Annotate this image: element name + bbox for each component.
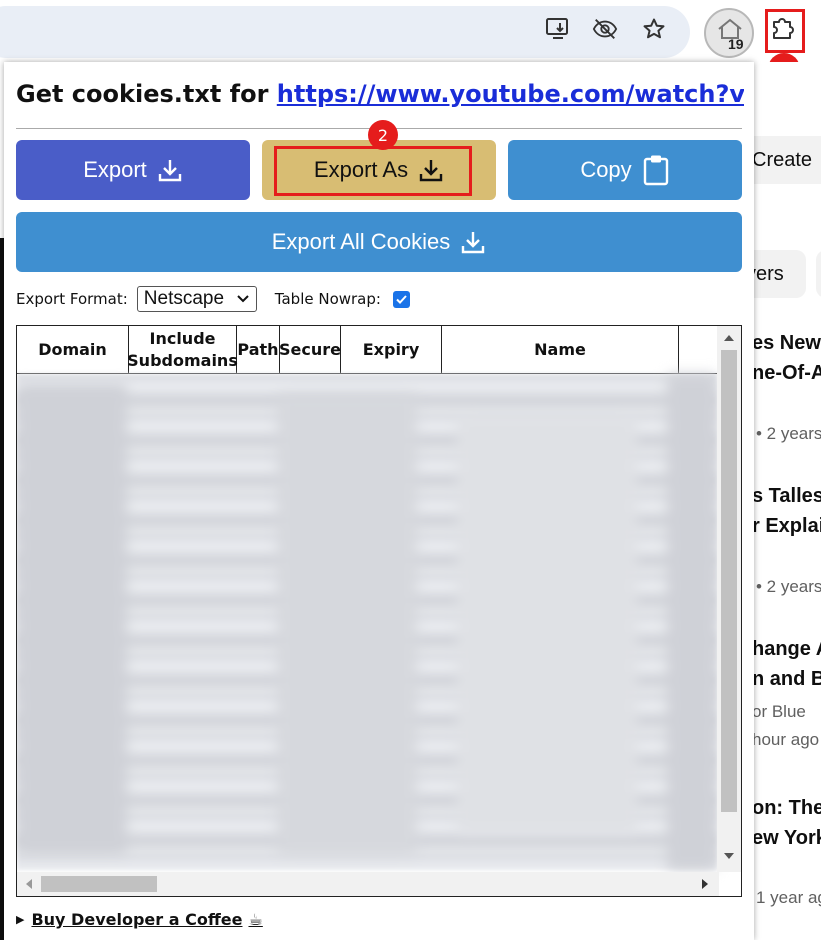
highlight-box-export-as	[274, 146, 472, 196]
horizontal-scroll-thumb[interactable]	[41, 876, 157, 892]
cookies-extension-popup: Get cookies.txt for https://www.youtube.…	[4, 62, 754, 940]
header-domain[interactable]: Domain	[17, 326, 129, 373]
nowrap-checkbox[interactable]	[392, 290, 410, 308]
horizontal-scrollbar[interactable]	[17, 872, 719, 896]
export-all-label: Export All Cookies	[271, 229, 451, 254]
video-title-4b[interactable]: ew York	[752, 827, 821, 850]
download-icon	[462, 232, 485, 254]
video-title-2a[interactable]: s Tallest	[752, 485, 821, 508]
header-include-subdomains[interactable]: Include Subdomains	[127, 326, 238, 373]
video-meta-2: • 2 years	[756, 577, 821, 596]
export-all-cookies-button[interactable]: Export All Cookies	[16, 212, 742, 272]
download-icon	[158, 160, 181, 182]
highlight-box-extensions	[765, 9, 805, 53]
export-options-row: Export Format: Netscape Table Nowrap:	[16, 286, 410, 312]
profile-count: 19	[728, 36, 744, 52]
coffee-link[interactable]: Buy Developer a Coffee	[31, 910, 242, 929]
video-title-1b[interactable]: ne-Of-A	[752, 362, 821, 385]
checkmark-icon	[396, 294, 407, 304]
table-header: Domain Include Subdomains Path Secure Ex…	[17, 326, 717, 374]
scroll-down-arrow-icon[interactable]	[723, 852, 735, 860]
video-title-2b[interactable]: r Explai	[752, 515, 821, 538]
video-title-4a[interactable]: on: The	[752, 797, 821, 820]
video-meta-1: • 2 years	[756, 424, 821, 443]
header-expiry[interactable]: Expiry	[341, 326, 442, 373]
table-body-blurred	[17, 374, 717, 870]
video-meta-4: 1 year ag	[756, 888, 821, 907]
scroll-up-arrow-icon[interactable]	[723, 334, 735, 342]
vertical-scrollbar[interactable]	[717, 326, 741, 872]
install-app-icon[interactable]	[545, 16, 571, 42]
header-path[interactable]: Path	[237, 326, 280, 373]
step-badge-2: 2	[368, 120, 398, 150]
video-title-3a[interactable]: hange A	[752, 638, 821, 661]
profile-avatar[interactable]: 19	[704, 8, 754, 58]
format-label: Export Format:	[16, 290, 128, 308]
create-label: Create	[752, 148, 813, 171]
video-title-3b[interactable]: n and B	[752, 668, 821, 691]
title-url-link[interactable]: https://www.youtube.com/watch?v=...	[277, 80, 744, 108]
browser-toolbar: 19 1	[0, 0, 821, 85]
title-prefix: Get cookies.txt for	[16, 80, 269, 108]
coffee-cup-icon: ☕	[248, 910, 263, 929]
bookmark-star-icon[interactable]	[641, 16, 667, 42]
header-secure[interactable]: Secure	[279, 326, 341, 373]
filter-chip-next[interactable]	[816, 250, 821, 298]
format-value: Netscape	[143, 288, 225, 309]
scroll-right-arrow-icon[interactable]	[701, 878, 709, 890]
scroll-left-arrow-icon[interactable]	[25, 878, 33, 890]
cookies-table: Domain Include Subdomains Path Secure Ex…	[16, 325, 742, 897]
coffee-disclosure[interactable]: ▶ Buy Developer a Coffee ☕	[16, 910, 263, 929]
header-name[interactable]: Name	[442, 326, 679, 373]
video-meta-3: hour ago	[752, 730, 820, 749]
chevron-down-icon	[237, 295, 249, 303]
clipboard-icon	[643, 155, 668, 186]
address-bar[interactable]	[0, 6, 690, 58]
popup-title: Get cookies.txt for https://www.youtube.…	[16, 80, 744, 108]
format-select[interactable]: Netscape	[136, 286, 257, 312]
copy-button[interactable]: Copy	[508, 140, 742, 200]
disclosure-triangle-icon[interactable]: ▶	[16, 913, 24, 926]
export-label: Export	[83, 157, 147, 182]
header-value[interactable]	[679, 326, 717, 373]
tracking-protection-eye-icon[interactable]	[592, 16, 618, 42]
export-button[interactable]: Export	[16, 140, 250, 200]
video-channel-3: or Blue	[752, 702, 806, 721]
nowrap-label: Table Nowrap:	[274, 290, 381, 308]
vertical-scroll-thumb[interactable]	[721, 350, 737, 812]
copy-label: Copy	[580, 157, 632, 182]
video-title-1a[interactable]: es New	[752, 332, 821, 355]
